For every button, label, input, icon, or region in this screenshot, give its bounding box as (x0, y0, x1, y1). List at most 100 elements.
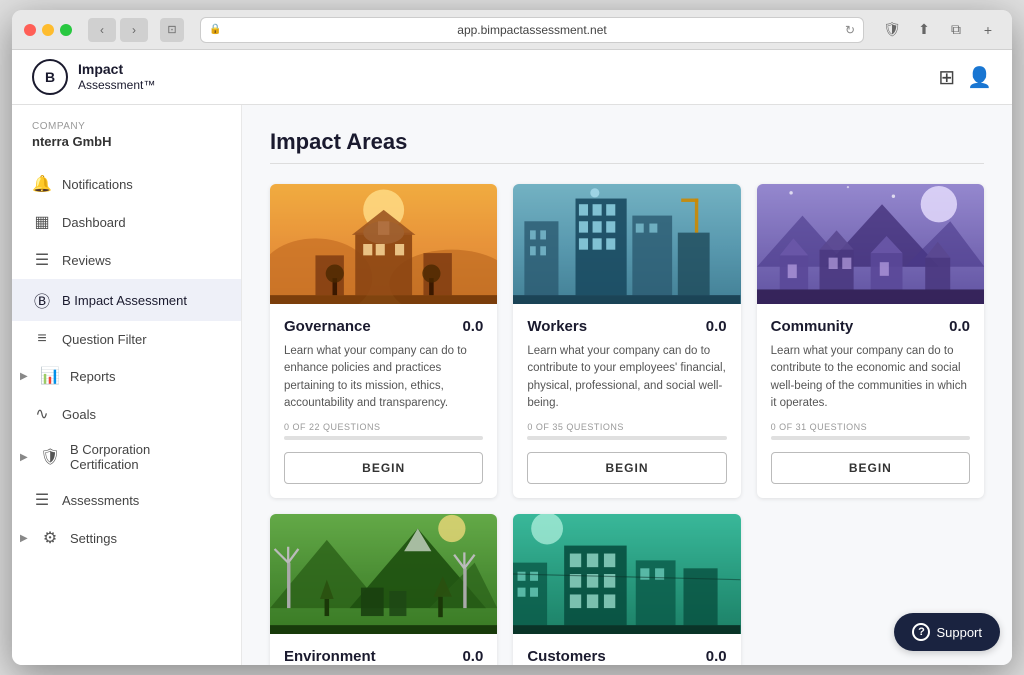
card-begin-button-community[interactable]: BEGIN (771, 452, 970, 484)
lock-icon: 🔒 (209, 24, 221, 35)
card-body-workers: Workers 0.0 Learn what your company can … (513, 304, 740, 498)
card-workers: Workers 0.0 Learn what your company can … (513, 184, 740, 498)
card-score-community: 0.0 (949, 318, 970, 335)
card-desc-workers: Learn what your company can do to contri… (527, 343, 726, 412)
bookmark-icon[interactable]: 🛡 (880, 18, 904, 42)
minimize-button[interactable] (42, 24, 54, 36)
card-progress-label-workers: 0 OF 35 QUESTIONS (527, 422, 726, 432)
header-icons: ⊞ 👤 (938, 65, 992, 90)
sidebar-item-settings[interactable]: ▶ ⚙ Settings (12, 519, 241, 557)
bell-icon: 🔔 (32, 174, 52, 194)
impact-cards-grid: Governance 0.0 Learn what your company c… (270, 184, 984, 665)
sidebar-item-label: Question Filter (62, 332, 147, 347)
refresh-icon[interactable]: ↻ (845, 23, 855, 37)
support-label: Support (936, 625, 982, 640)
sidebar-item-b-impact-assessment[interactable]: Ⓑ B Impact Assessment (12, 279, 241, 321)
card-score-environment: 0.0 (462, 648, 483, 665)
expand-arrow-icon: ▶ (20, 452, 28, 463)
forward-button[interactable]: › (120, 18, 148, 42)
back-button[interactable]: ‹ (88, 18, 116, 42)
logo-line1: Impact (78, 61, 155, 78)
app-header: B Impact Assessment™ ⊞ 👤 (12, 50, 1012, 105)
dashboard-icon: ▦ (32, 212, 52, 232)
sidebar-item-label: Reports (70, 369, 116, 384)
sidebar-item-label: Reviews (62, 253, 111, 268)
sidebar-item-goals[interactable]: ∿ Goals (12, 395, 241, 433)
card-customers: Customers 0.0 Learn what your company ca… (513, 514, 740, 665)
toolbar-right: 🛡 ⬆ ⧉ + (880, 18, 1000, 42)
card-title-workers: Workers (527, 318, 587, 335)
b-icon: Ⓑ (32, 288, 52, 312)
card-begin-button-governance[interactable]: BEGIN (284, 452, 483, 484)
sidebar-item-reports[interactable]: ▶ 📊 Reports (12, 357, 241, 395)
main-layout: COMPANY nterra GmbH 🔔 Notifications ▦ Da… (12, 105, 1012, 665)
sidebar-item-label: B Corporation Certification (70, 442, 221, 472)
page-title-row: Impact Areas (270, 129, 984, 155)
card-progress-bar-governance (284, 436, 483, 440)
card-body-governance: Governance 0.0 Learn what your company c… (270, 304, 497, 498)
sidebar-item-label: Settings (70, 531, 117, 546)
sidebar-item-question-filter[interactable]: ≡ Question Filter (12, 321, 241, 357)
card-title-environment: Environment (284, 648, 376, 665)
divider (270, 163, 984, 164)
account-icon[interactable]: 👤 (967, 65, 992, 90)
card-environment: Environment 0.0 Learn what your company … (270, 514, 497, 665)
company-name: nterra GmbH (12, 134, 241, 165)
nav-buttons: ‹ › (88, 18, 148, 42)
title-bar: ‹ › ⊡ 🔒 app.bimpactassessment.net ↻ 🛡 ⬆ … (12, 10, 1012, 50)
logo-area: B Impact Assessment™ (32, 59, 155, 95)
shield-icon: 🛡 (40, 447, 60, 467)
add-tab-button[interactable]: + (976, 18, 1000, 42)
goals-icon: ∿ (32, 404, 52, 424)
sidebar-item-label: Notifications (62, 177, 133, 192)
page-title: Impact Areas (270, 129, 407, 155)
sidebar-item-notifications[interactable]: 🔔 Notifications (12, 165, 241, 203)
close-button[interactable] (24, 24, 36, 36)
expand-arrow-icon: ▶ (20, 371, 28, 382)
address-bar[interactable]: 🔒 app.bimpactassessment.net ↻ (200, 17, 864, 43)
card-desc-governance: Learn what your company can do to enhanc… (284, 343, 483, 412)
sidebar-item-assessments[interactable]: ☰ Assessments (12, 481, 241, 519)
sidebar-item-reviews[interactable]: ☰ Reviews (12, 241, 241, 279)
card-image-governance (270, 184, 497, 304)
support-button[interactable]: ? Support (894, 613, 1000, 651)
assessments-icon: ☰ (32, 490, 52, 510)
sidebar-item-label: Goals (62, 407, 96, 422)
card-title-customers: Customers (527, 648, 605, 665)
grid-icon[interactable]: ⊞ (938, 65, 955, 90)
expand-arrow-icon: ▶ (20, 533, 28, 544)
card-title-governance: Governance (284, 318, 371, 335)
sidebar-item-label: Dashboard (62, 215, 126, 230)
card-begin-button-workers[interactable]: BEGIN (527, 452, 726, 484)
logo-circle: B (32, 59, 68, 95)
browser-window: ‹ › ⊡ 🔒 app.bimpactassessment.net ↻ 🛡 ⬆ … (12, 10, 1012, 665)
card-image-community (757, 184, 984, 304)
card-body-customers: Customers 0.0 Learn what your company ca… (513, 634, 740, 665)
sidebar: COMPANY nterra GmbH 🔔 Notifications ▦ Da… (12, 105, 242, 665)
share-icon[interactable]: ⬆ (912, 18, 936, 42)
card-progress-bar-workers (527, 436, 726, 440)
card-progress-label-governance: 0 OF 22 QUESTIONS (284, 422, 483, 432)
logo-text: Impact Assessment™ (78, 61, 155, 92)
tab-icon[interactable]: ⧉ (944, 18, 968, 42)
content-area: Impact Areas (242, 105, 1012, 665)
reader-button[interactable]: ⊡ (160, 18, 184, 42)
maximize-button[interactable] (60, 24, 72, 36)
card-image-customers (513, 514, 740, 634)
card-governance: Governance 0.0 Learn what your company c… (270, 184, 497, 498)
sidebar-item-b-corp-cert[interactable]: ▶ 🛡 B Corporation Certification (12, 433, 241, 481)
sidebar-item-dashboard[interactable]: ▦ Dashboard (12, 203, 241, 241)
url-text: app.bimpactassessment.net (457, 23, 606, 37)
card-score-governance: 0.0 (462, 318, 483, 335)
reviews-icon: ☰ (32, 250, 52, 270)
card-progress-bar-community (771, 436, 970, 440)
card-score-workers: 0.0 (706, 318, 727, 335)
card-community: Community 0.0 Learn what your company ca… (757, 184, 984, 498)
card-progress-label-community: 0 OF 31 QUESTIONS (771, 422, 970, 432)
gear-icon: ⚙ (40, 528, 60, 548)
card-body-community: Community 0.0 Learn what your company ca… (757, 304, 984, 498)
card-body-environment: Environment 0.0 Learn what your company … (270, 634, 497, 665)
card-desc-community: Learn what your company can do to contri… (771, 343, 970, 412)
app-container: B Impact Assessment™ ⊞ 👤 COMPANY nterra … (12, 50, 1012, 665)
sidebar-item-label: Assessments (62, 493, 139, 508)
